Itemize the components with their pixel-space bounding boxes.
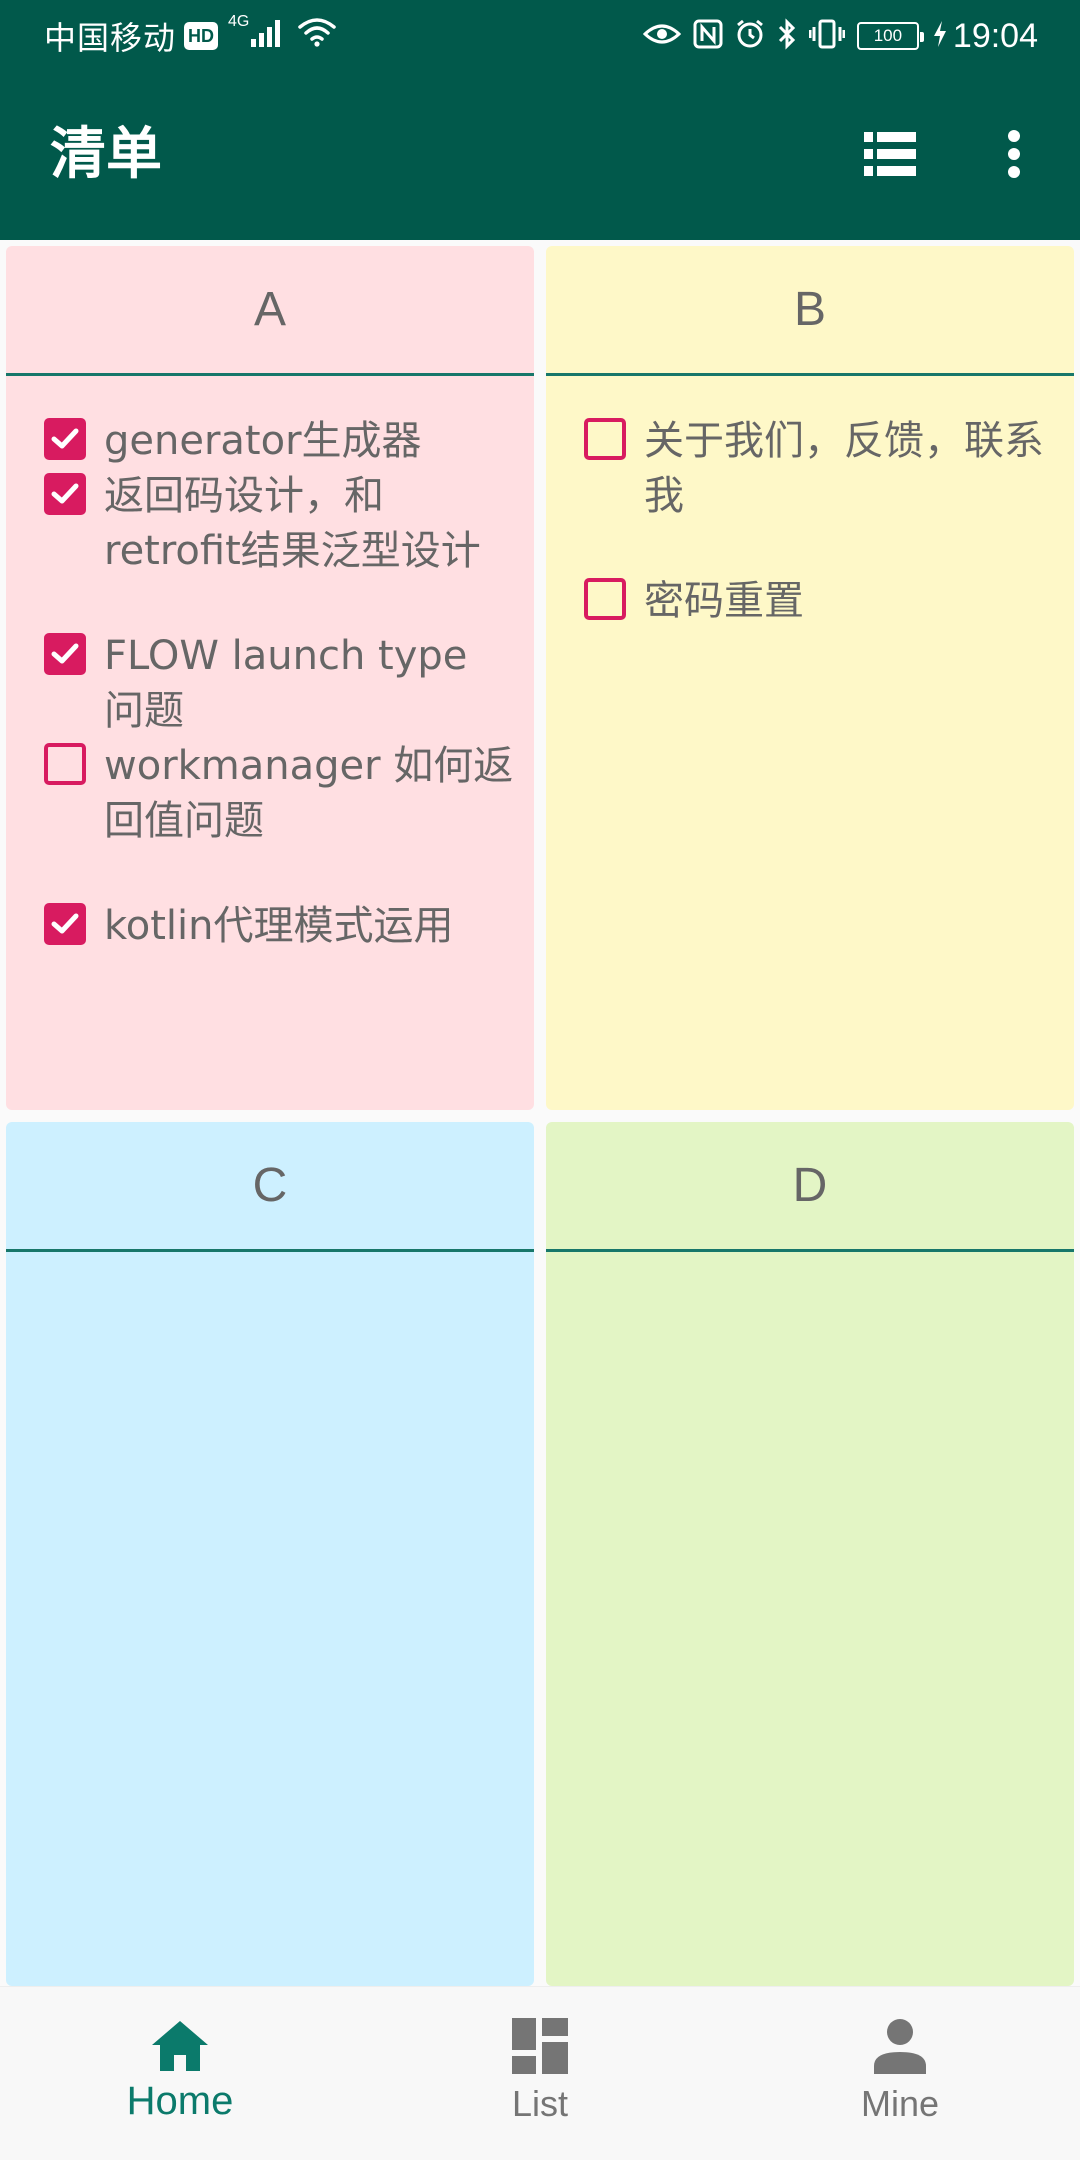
- quadrant-a[interactable]: A generator生成器 返回码设计，和retrofit结果泛型设计 FLO…: [6, 246, 534, 1110]
- quadrant-grid: A generator生成器 返回码设计，和retrofit结果泛型设计 FLO…: [0, 240, 1080, 1986]
- checkbox-checked[interactable]: [44, 903, 86, 945]
- carrier-name: 中国移动: [44, 19, 177, 57]
- clock: 19:04: [952, 16, 1038, 55]
- bottom-navigation: Home List Mine: [0, 1986, 1080, 2160]
- more-vert-icon: [1007, 130, 1021, 182]
- more-options-button[interactable]: [990, 124, 1038, 188]
- checkbox-unchecked[interactable]: [584, 418, 626, 460]
- task-item[interactable]: workmanager 如何返回值问题: [44, 739, 514, 849]
- task-text: FLOW launch type 问题: [104, 633, 468, 734]
- quadrant-d-task-list: [546, 1252, 1074, 1290]
- battery-icon: 100: [856, 22, 924, 50]
- task-item[interactable]: kotlin代理模式运用: [44, 899, 514, 954]
- nfc-icon: [693, 19, 723, 53]
- task-text: generator生成器: [104, 418, 422, 464]
- nav-mine[interactable]: Mine: [720, 1987, 1080, 2160]
- checkbox-checked[interactable]: [44, 633, 86, 675]
- page-title: 清单: [50, 122, 162, 187]
- person-icon: [874, 2015, 926, 2077]
- status-bar: 中国移动 HD 4G 100 19:04: [0, 0, 1080, 72]
- task-item[interactable]: FLOW launch type 问题: [44, 629, 514, 739]
- signal-icon: [251, 17, 285, 55]
- nav-list-label: List: [511, 2083, 569, 2124]
- quadrant-a-title: A: [6, 246, 534, 376]
- checkbox-checked[interactable]: [44, 418, 86, 460]
- hd-badge: HD: [184, 22, 219, 50]
- quadrant-c-title: C: [6, 1122, 534, 1252]
- checkbox-unchecked[interactable]: [584, 578, 626, 620]
- eye-icon: [642, 21, 682, 51]
- task-text: 密码重置: [644, 578, 804, 624]
- quadrant-b-task-list: 关于我们，反馈，联系我 密码重置: [546, 376, 1074, 629]
- checkbox-unchecked[interactable]: [44, 743, 86, 785]
- nav-home[interactable]: Home: [0, 1987, 360, 2160]
- home-icon: [150, 2015, 210, 2077]
- quadrant-d[interactable]: D: [546, 1122, 1074, 1986]
- task-item[interactable]: 密码重置: [584, 574, 1054, 629]
- nav-home-label: Home: [126, 2079, 234, 2123]
- app-bar: 清单: [0, 72, 1080, 240]
- wifi-icon: [297, 17, 337, 55]
- quadrant-c[interactable]: C: [6, 1122, 534, 1986]
- quadrant-c-task-list: [6, 1252, 534, 1290]
- task-item[interactable]: 返回码设计，和retrofit结果泛型设计: [44, 469, 514, 579]
- task-text: workmanager 如何返回值问题: [104, 743, 514, 844]
- alarm-icon: [735, 19, 765, 53]
- bluetooth-icon: [777, 18, 797, 54]
- task-text: 返回码设计，和retrofit结果泛型设计: [104, 473, 481, 574]
- charging-icon: [933, 20, 947, 52]
- task-text: kotlin代理模式运用: [104, 903, 454, 949]
- checkbox-checked[interactable]: [44, 473, 86, 515]
- vibrate-icon: [808, 19, 846, 53]
- list-view-button[interactable]: [858, 124, 922, 188]
- task-item[interactable]: 关于我们，反馈，联系我: [584, 414, 1054, 524]
- quadrant-a-task-list: generator生成器 返回码设计，和retrofit结果泛型设计 FLOW …: [6, 376, 534, 954]
- quadrant-b-title: B: [546, 246, 1074, 376]
- task-text: 关于我们，反馈，联系我: [644, 418, 1044, 519]
- task-item[interactable]: generator生成器: [44, 414, 514, 469]
- network-type: 4G: [228, 13, 250, 30]
- nav-mine-label: Mine: [860, 2083, 940, 2124]
- dashboard-icon: [512, 2015, 568, 2077]
- nav-list[interactable]: List: [360, 1987, 720, 2160]
- quadrant-b[interactable]: B 关于我们，反馈，联系我 密码重置: [546, 246, 1074, 1110]
- list-view-icon: [864, 132, 916, 180]
- quadrant-d-title: D: [546, 1122, 1074, 1252]
